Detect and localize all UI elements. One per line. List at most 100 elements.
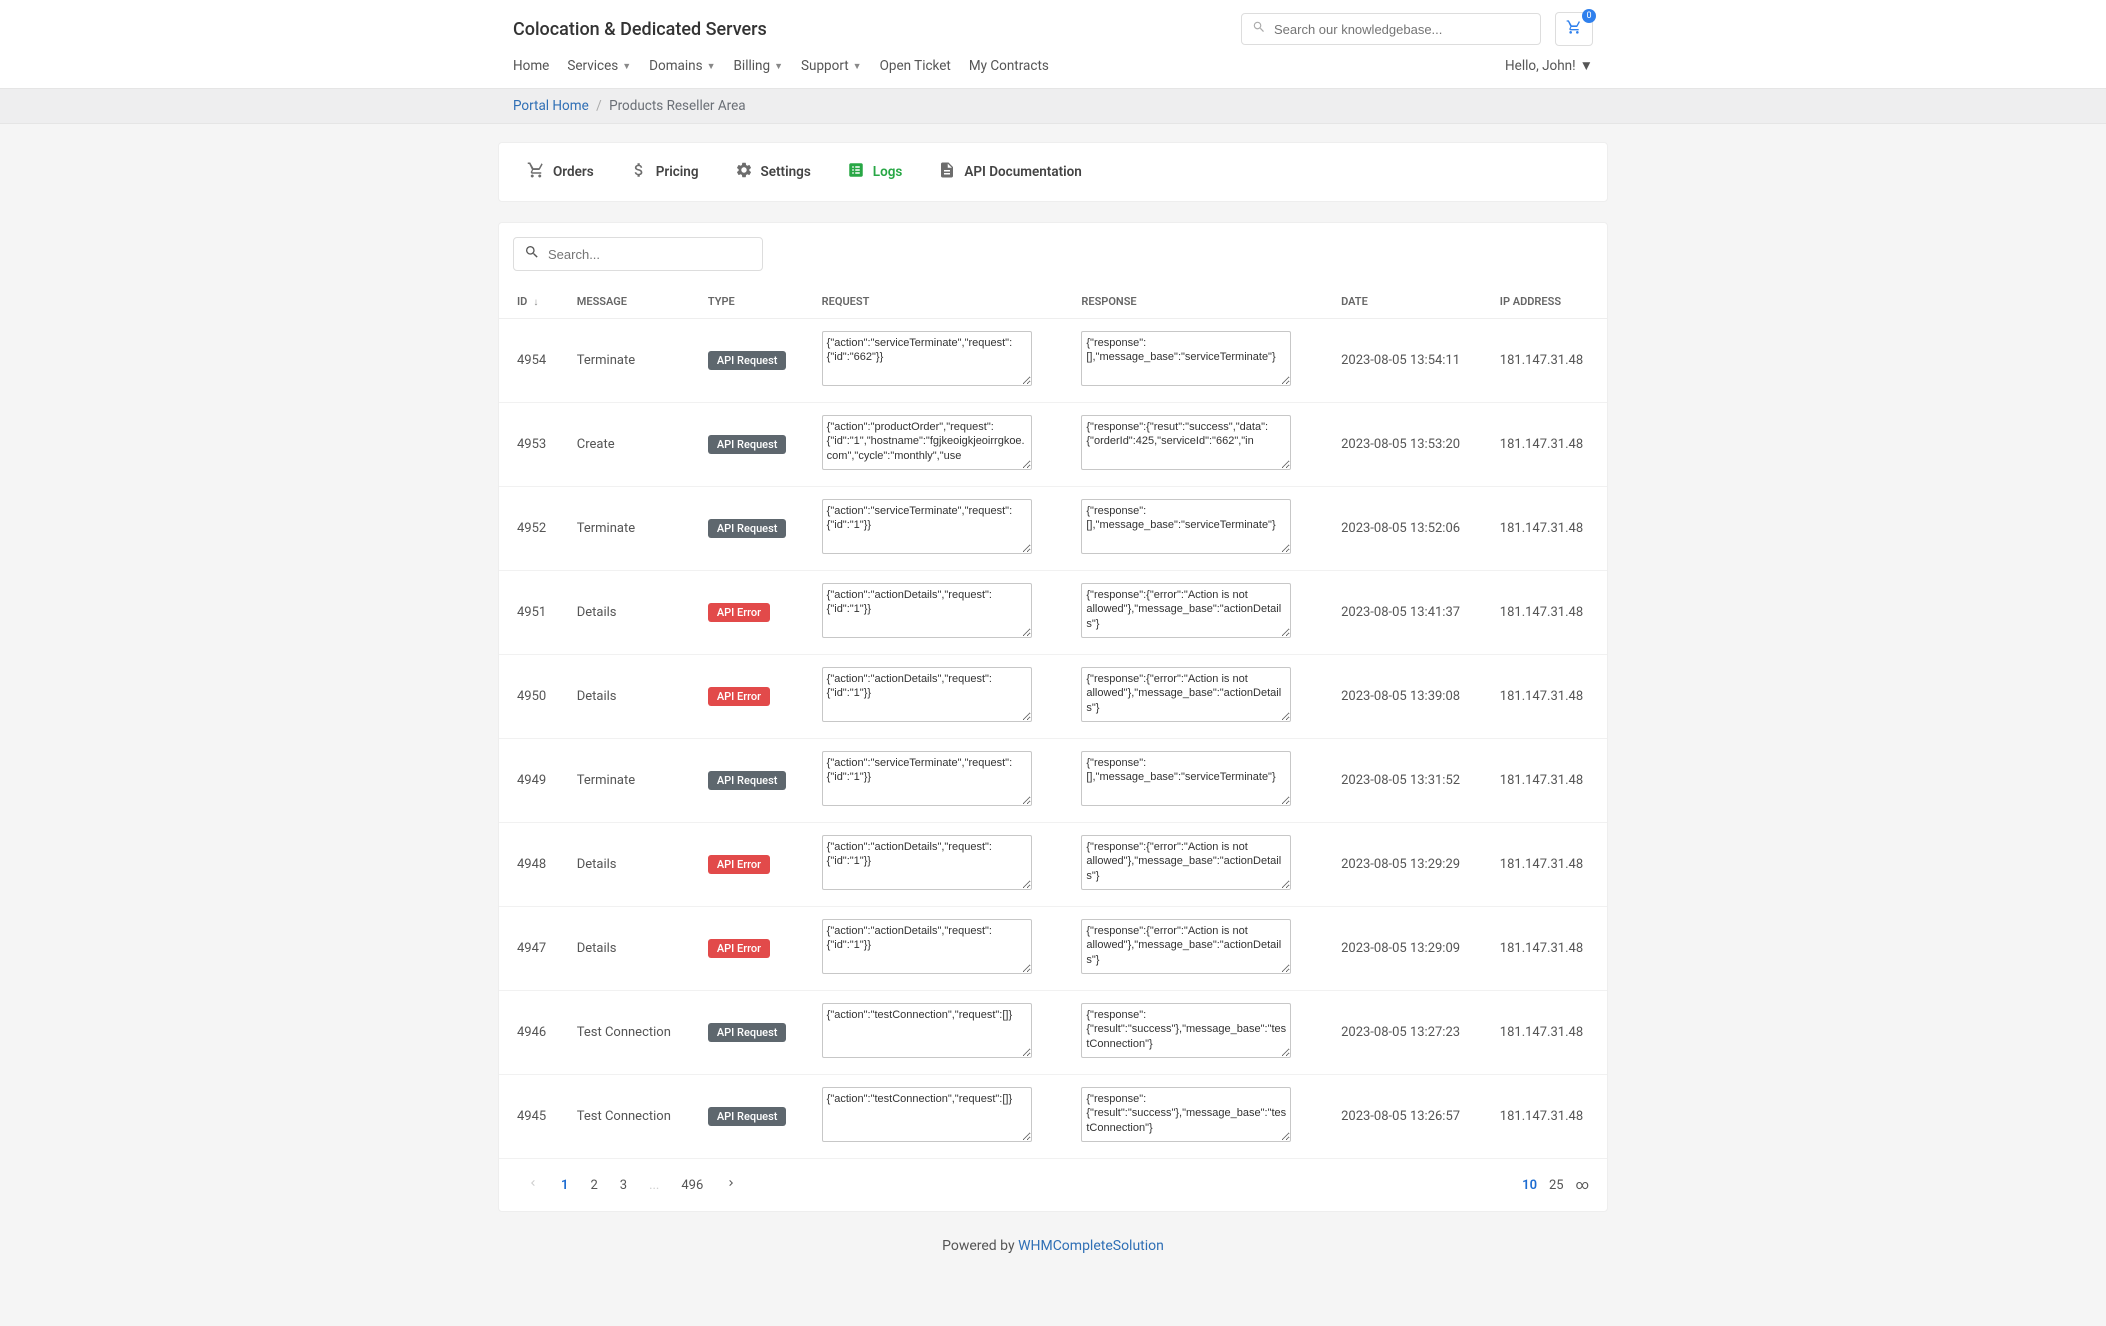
chevron-down-icon: ▼	[774, 61, 783, 72]
perpage-option[interactable]: ∞	[1576, 1178, 1589, 1193]
nav-item-my-contracts[interactable]: My Contracts	[969, 54, 1049, 78]
page-next[interactable]	[715, 1173, 747, 1197]
request-textarea[interactable]	[822, 1087, 1032, 1142]
cell-date: 2023-08-05 13:31:52	[1329, 739, 1488, 823]
request-textarea[interactable]	[822, 1003, 1032, 1058]
col-type[interactable]: TYPE	[696, 285, 810, 319]
nav-item-label: Open Ticket	[880, 58, 951, 74]
nav-item-home[interactable]: Home	[513, 54, 549, 78]
response-textarea[interactable]	[1081, 331, 1291, 386]
table-row: 4953CreateAPI Request2023-08-05 13:53:20…	[499, 403, 1607, 487]
response-textarea[interactable]	[1081, 667, 1291, 722]
request-textarea[interactable]	[822, 667, 1032, 722]
request-textarea[interactable]	[822, 415, 1032, 470]
cell-message: Test Connection	[565, 991, 696, 1075]
tab-pricing[interactable]: Pricing	[612, 157, 717, 187]
cell-id: 4949	[499, 739, 565, 823]
cell-response	[1069, 487, 1329, 571]
table-row: 4950DetailsAPI Error2023-08-05 13:39:081…	[499, 655, 1607, 739]
request-textarea[interactable]	[822, 331, 1032, 386]
cell-ip: 181.147.31.48	[1488, 403, 1607, 487]
tab-label: Pricing	[656, 164, 699, 180]
type-badge: API Request	[708, 1107, 787, 1126]
user-menu[interactable]: Hello, John! ▼	[1505, 58, 1593, 74]
cell-message: Test Connection	[565, 1075, 696, 1159]
cell-response	[1069, 991, 1329, 1075]
response-textarea[interactable]	[1081, 1003, 1291, 1058]
cell-request	[810, 907, 1070, 991]
col-date[interactable]: DATE	[1329, 285, 1488, 319]
col-request[interactable]: REQUEST	[810, 285, 1070, 319]
cell-date: 2023-08-05 13:52:06	[1329, 487, 1488, 571]
cell-request	[810, 403, 1070, 487]
nav-item-billing[interactable]: Billing▼	[734, 54, 784, 78]
page-prev[interactable]	[517, 1173, 549, 1197]
nav-item-label: Billing	[734, 58, 771, 74]
cell-date: 2023-08-05 13:26:57	[1329, 1075, 1488, 1159]
response-textarea[interactable]	[1081, 499, 1291, 554]
table-search[interactable]	[513, 237, 763, 271]
cell-ip: 181.147.31.48	[1488, 991, 1607, 1075]
response-textarea[interactable]	[1081, 583, 1291, 638]
page-1[interactable]: 1	[551, 1174, 578, 1197]
page-2[interactable]: 2	[580, 1174, 607, 1197]
response-textarea[interactable]	[1081, 919, 1291, 974]
tab-orders[interactable]: Orders	[509, 157, 612, 187]
perpage-selector: 10 25 ∞	[1522, 1178, 1589, 1193]
cell-ip: 181.147.31.48	[1488, 823, 1607, 907]
kb-search-input[interactable]	[1266, 22, 1530, 37]
table-search-input[interactable]	[540, 247, 752, 262]
tab-label: Logs	[873, 164, 903, 180]
response-textarea[interactable]	[1081, 835, 1291, 890]
perpage-current[interactable]: 10	[1522, 1178, 1537, 1193]
perpage-option[interactable]: 25	[1549, 1178, 1564, 1193]
cell-ip: 181.147.31.48	[1488, 1075, 1607, 1159]
nav-item-support[interactable]: Support▼	[801, 54, 862, 78]
request-textarea[interactable]	[822, 583, 1032, 638]
cell-id: 4952	[499, 487, 565, 571]
cart-icon	[527, 161, 545, 183]
cell-type: API Error	[696, 571, 810, 655]
response-textarea[interactable]	[1081, 751, 1291, 806]
page-3[interactable]: 3	[610, 1174, 637, 1197]
col-ip-address[interactable]: IP ADDRESS	[1488, 285, 1607, 319]
cell-request	[810, 991, 1070, 1075]
nav-item-label: Services	[567, 58, 618, 74]
footer-prefix: Powered by	[942, 1238, 1018, 1254]
tab-logs[interactable]: Logs	[829, 157, 921, 187]
col-response[interactable]: RESPONSE	[1069, 285, 1329, 319]
nav-item-domains[interactable]: Domains▼	[649, 54, 715, 78]
cell-response	[1069, 907, 1329, 991]
nav-item-services[interactable]: Services▼	[567, 54, 631, 78]
page-496[interactable]: 496	[671, 1174, 713, 1197]
tab-settings[interactable]: Settings	[717, 157, 829, 187]
request-textarea[interactable]	[822, 499, 1032, 554]
breadcrumb-home[interactable]: Portal Home	[513, 98, 589, 114]
type-badge: API Request	[708, 519, 787, 538]
user-menu-label: Hello, John!	[1505, 58, 1576, 74]
type-badge: API Error	[708, 855, 770, 874]
doc-list-icon	[847, 161, 865, 183]
tab-api[interactable]: API Documentation	[920, 157, 1099, 187]
type-badge: API Request	[708, 435, 787, 454]
cart-button[interactable]: 0	[1555, 12, 1593, 46]
cell-type: API Request	[696, 991, 810, 1075]
cell-id: 4951	[499, 571, 565, 655]
cell-message: Details	[565, 571, 696, 655]
kb-search[interactable]	[1241, 13, 1541, 45]
col-message[interactable]: MESSAGE	[565, 285, 696, 319]
response-textarea[interactable]	[1081, 415, 1291, 470]
request-textarea[interactable]	[822, 751, 1032, 806]
cell-ip: 181.147.31.48	[1488, 655, 1607, 739]
cell-response	[1069, 1075, 1329, 1159]
request-textarea[interactable]	[822, 835, 1032, 890]
request-textarea[interactable]	[822, 919, 1032, 974]
nav-item-label: Domains	[649, 58, 702, 74]
col-id[interactable]: ID↓	[499, 285, 565, 319]
nav-item-open-ticket[interactable]: Open Ticket	[880, 54, 951, 78]
brand-title: Colocation & Dedicated Servers	[513, 19, 767, 40]
response-textarea[interactable]	[1081, 1087, 1291, 1142]
footer-link[interactable]: WHMCompleteSolution	[1018, 1238, 1164, 1254]
type-badge: API Error	[708, 939, 770, 958]
tab-label: API Documentation	[964, 164, 1081, 180]
